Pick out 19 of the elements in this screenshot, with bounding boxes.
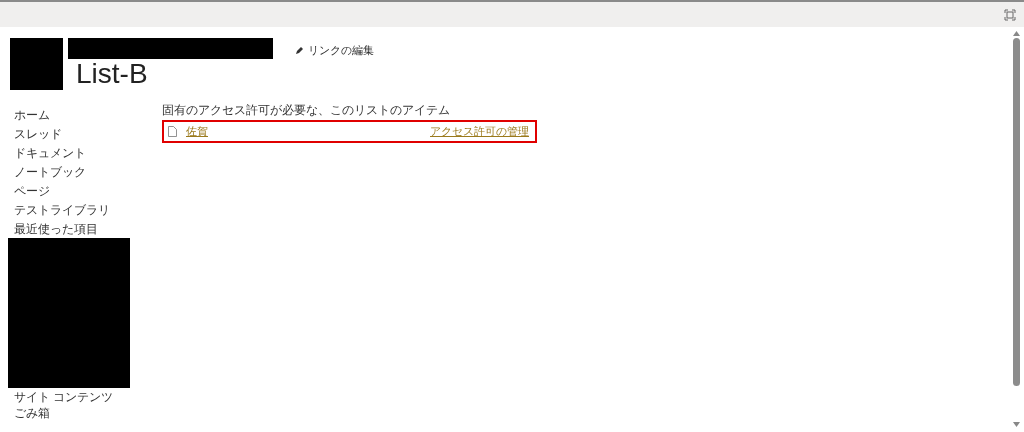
nav-link[interactable]: 最近使った項目 [14,222,150,237]
nav-link[interactable]: テストライブラリ [14,203,150,218]
nav-link[interactable]: ごみ箱 [14,406,150,420]
focus-mode-icon[interactable] [1004,8,1016,21]
item-link[interactable]: 佐賀 [186,123,208,140]
nav-link[interactable]: ノートブック [14,165,150,180]
manage-permissions-link[interactable]: アクセス許可の管理 [430,123,529,140]
nav-link[interactable]: サイト コンテンツ [14,390,150,404]
pencil-icon [296,46,304,54]
document-icon [168,126,177,137]
nav-link[interactable]: スレッド [14,127,150,142]
nav-link[interactable]: ページ [14,184,150,199]
nav-link[interactable]: ホーム [14,108,150,123]
section-caption: 固有のアクセス許可が必要な、このリストのアイテム [162,103,451,117]
scroll-up-icon[interactable] [1012,31,1020,36]
edit-links-link[interactable]: リンクの編集 [296,43,374,57]
nav-link[interactable]: ドキュメント [14,146,150,161]
page-title: List-B [75,59,149,89]
scroll-down-icon[interactable] [1012,422,1020,427]
